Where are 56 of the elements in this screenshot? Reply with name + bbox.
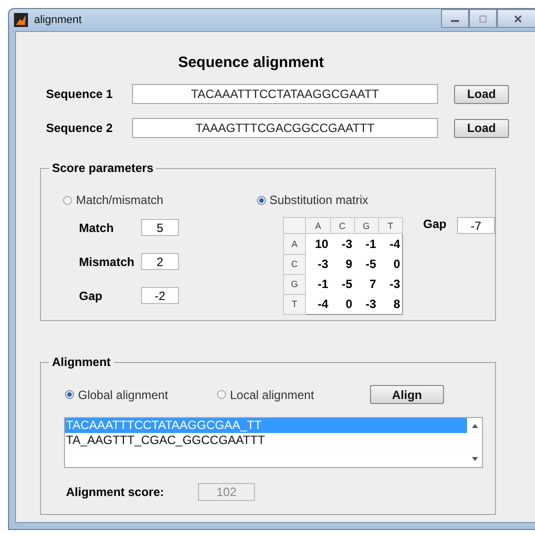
column-header: C (330, 218, 354, 234)
table-cell: 8 (378, 294, 403, 314)
parameter-field[interactable]: -7 (457, 217, 495, 234)
table-cell: 0 (378, 254, 403, 274)
table-cell: -4 (306, 294, 330, 314)
maximize-button[interactable] (469, 9, 497, 28)
parameter-label: Gap (79, 288, 104, 302)
row-header: G (283, 274, 306, 294)
column-header: T (378, 218, 403, 234)
minimize-button[interactable] (441, 9, 469, 28)
group-title: Score parameters (49, 161, 156, 175)
score-label: Alignment score: (66, 485, 166, 499)
radio-button[interactable]: Substitution matrix (256, 193, 495, 207)
radio-button[interactable]: Match/mismatch (63, 193, 257, 207)
close-icon[interactable] (513, 14, 523, 22)
window-title: alignment (34, 14, 82, 26)
close-button[interactable] (497, 9, 535, 28)
column-header: G (354, 218, 378, 234)
table-cell: 9 (330, 254, 354, 274)
heading: Sequence alignment (177, 54, 325, 71)
sequence-label: Sequence 2 (45, 121, 114, 135)
parameter-label: Match (79, 220, 115, 234)
parameter-field[interactable]: 5 (141, 219, 179, 236)
group-title: Alignment (49, 355, 114, 369)
table-cell: -5 (354, 254, 378, 274)
table-cell: -3 (306, 254, 330, 274)
scroll-down-icon[interactable] (472, 457, 478, 461)
app-icon (14, 13, 28, 27)
scroll-up-icon[interactable] (472, 424, 478, 428)
sequence-field[interactable]: TACAAATTTCCTATAAGGCGAATT (132, 84, 438, 104)
list-item[interactable]: TA_AAGTTT_CGAC_GGCCGAATTT (65, 433, 467, 448)
table-cell: -3 (378, 274, 403, 294)
parameter-field[interactable]: -2 (141, 287, 179, 304)
row-header: A (283, 234, 306, 254)
table-cell: 7 (354, 274, 378, 294)
table-cell: 10 (306, 234, 330, 254)
radio-button[interactable]: Local alignment (217, 388, 369, 402)
table-cell: -1 (306, 274, 330, 294)
align-button[interactable]: Align (370, 385, 444, 404)
parameter-label: Mismatch (79, 254, 136, 268)
sequence-field[interactable]: TAAAGTTTCGACGGCCGAATTT (132, 118, 438, 138)
radio-button[interactable]: Global alignment (65, 388, 217, 402)
sequence-label: Sequence 1 (45, 87, 114, 101)
load-button[interactable]: Load (454, 84, 509, 104)
row-header: T (283, 294, 306, 314)
table-cell: -5 (330, 274, 354, 294)
table-cell: -3 (354, 294, 378, 314)
load-button[interactable]: Load (454, 118, 509, 138)
row-header: C (283, 254, 306, 274)
column-header: A (306, 218, 330, 234)
table-cell: -1 (354, 234, 378, 254)
table-cell: -3 (330, 234, 354, 254)
table-cell: -4 (378, 234, 403, 254)
parameter-field[interactable]: 2 (141, 253, 179, 270)
table-cell: 0 (330, 294, 354, 314)
parameter-label: Gap (423, 217, 448, 231)
